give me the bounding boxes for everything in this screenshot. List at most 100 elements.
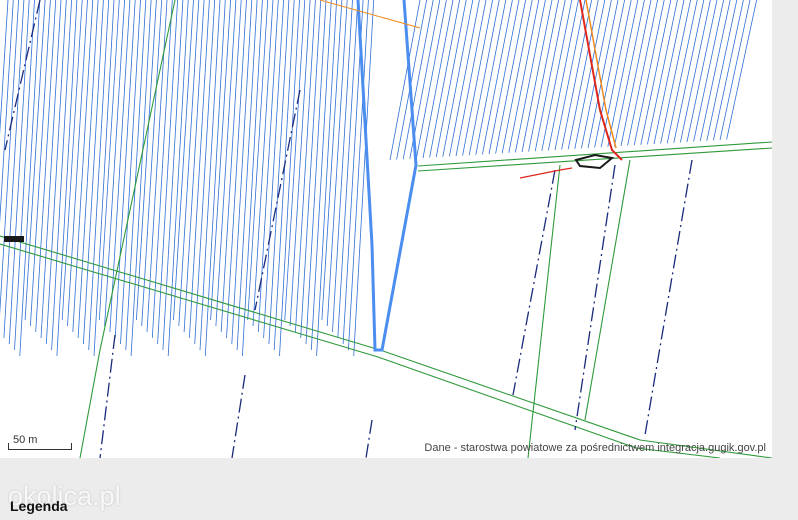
parcel-strip-line [104, 0, 125, 327]
parcel-strip-line [199, 0, 221, 351]
parcel-strip-line [666, 0, 698, 144]
parcel-strip-line [167, 0, 189, 357]
parcel-strip-line [326, 0, 348, 327]
map-side-gap [772, 0, 798, 458]
parcel-strip-line [141, 0, 163, 327]
parcel-strip-line [220, 0, 242, 333]
parcel-strip-line [0, 0, 9, 135]
parcel-strip-line [633, 0, 665, 146]
parcel-strip-line [726, 0, 757, 140]
parcel-strip-line [120, 0, 141, 345]
parcel-strip-line [189, 0, 210, 339]
parcel-strip-line [620, 0, 652, 147]
parcel-strip-line [548, 0, 579, 151]
parcel-strip-line [305, 0, 327, 345]
parcel-strip-line [455, 0, 487, 157]
parcel-strip-line [686, 0, 718, 143]
parcel-strip-line [72, 0, 94, 333]
parcel-strip-line [236, 0, 258, 351]
map-canvas[interactable]: 50 m Dane - starostwa powiatowe za pośre… [0, 0, 772, 458]
parcel-strip-line [416, 0, 447, 159]
utility-branch [519, 167, 573, 179]
parcel-strip-line [8, 0, 30, 345]
parcel-strip-line [247, 0, 269, 321]
parcel-strip-line [673, 0, 705, 143]
parcel-strip-line [653, 0, 685, 145]
parcel-strip-line [396, 0, 427, 160]
parcel-strip-line [581, 0, 612, 149]
parcel-strip-line [660, 0, 691, 144]
parcel-strip-line [348, 0, 369, 351]
parcel-strip-line [508, 0, 540, 153]
parcel-strip-line [541, 0, 573, 151]
parcel-strip-line [627, 0, 658, 146]
parcel-strip-line [40, 0, 62, 339]
parcel-strip-line [706, 0, 738, 141]
parcel-strip-line [515, 0, 546, 153]
parcel-strip-line [561, 0, 592, 150]
parcel-strip-line [693, 0, 724, 142]
parcel-strip-line [35, 0, 57, 333]
utility-orange-line [585, 0, 617, 149]
road-main-edge-1 [0, 235, 772, 458]
parcel-strip-line [183, 0, 205, 333]
parcel-strip-line [273, 0, 295, 351]
parcel-strip-line [647, 0, 678, 145]
parcel-strip-line [295, 0, 316, 333]
parcel-strip-line [719, 0, 751, 141]
parcel-strip-line [468, 0, 500, 156]
map-layer [0, 0, 772, 458]
parcel-strip-line [482, 0, 513, 155]
parcel-strip-line [45, 0, 67, 345]
road-diagonal-right [584, 159, 631, 421]
parcel-strip-line [242, 0, 263, 357]
parcel-strip-line [534, 0, 566, 152]
parcel-strip-line [77, 0, 99, 339]
boundary-4 [231, 374, 246, 458]
parcel-strip-line [528, 0, 559, 152]
parcel-strip-line [422, 0, 454, 159]
parcel-strip-line [429, 0, 460, 158]
parcel-strip-line [19, 0, 41, 357]
parcel-strip-line [263, 0, 284, 339]
parcel-strip-line [332, 0, 353, 333]
parcel-strip-line [284, 0, 306, 321]
parcel-strip-line [488, 0, 520, 155]
parcel-strip-line [402, 0, 434, 160]
parcel-strip-line [114, 0, 136, 339]
parcel-strip-line [607, 0, 639, 147]
parcel-strip-line [24, 0, 46, 321]
parcel-strip-line [194, 0, 216, 345]
parcel-strip-line [310, 0, 332, 351]
parcel-strip-line [210, 0, 231, 321]
parcel-strip-line [136, 0, 157, 321]
parcel-strip-line [600, 0, 632, 148]
parcel-strip-line [442, 0, 474, 157]
parcel-strip-line [83, 0, 104, 345]
parcel-strip-line [88, 0, 110, 351]
plot-outline[interactable] [356, 0, 418, 352]
parcel-strip-line [67, 0, 88, 327]
parcel-strip-line [435, 0, 467, 158]
scale-bar-line [8, 443, 72, 450]
parcel-strip-line [316, 0, 337, 357]
parcel-strip-line [178, 0, 200, 327]
parcel-strips [0, 0, 757, 357]
parcel-strip-line [14, 0, 35, 351]
parcel-strip-line [337, 0, 359, 339]
parcel-strip-line [125, 0, 147, 351]
parcel-strip-line [614, 0, 645, 147]
parcel-strip-line [130, 0, 152, 357]
map-attribution: Dane - starostwa powiatowe za pośrednict… [424, 442, 766, 454]
parcel-strip-line [699, 0, 731, 142]
utility-node [574, 153, 615, 170]
parcel-strip-line [495, 0, 526, 154]
scale-bar: 50 m [8, 434, 72, 450]
parcel-strip-line [521, 0, 553, 153]
legend-title: Legenda [10, 498, 68, 514]
road-main-edge-2 [0, 243, 721, 458]
boundary-5 [99, 334, 116, 458]
boundary-2 [574, 164, 616, 431]
parcel-strip-line [252, 0, 274, 327]
parcel-strip-line [680, 0, 711, 143]
